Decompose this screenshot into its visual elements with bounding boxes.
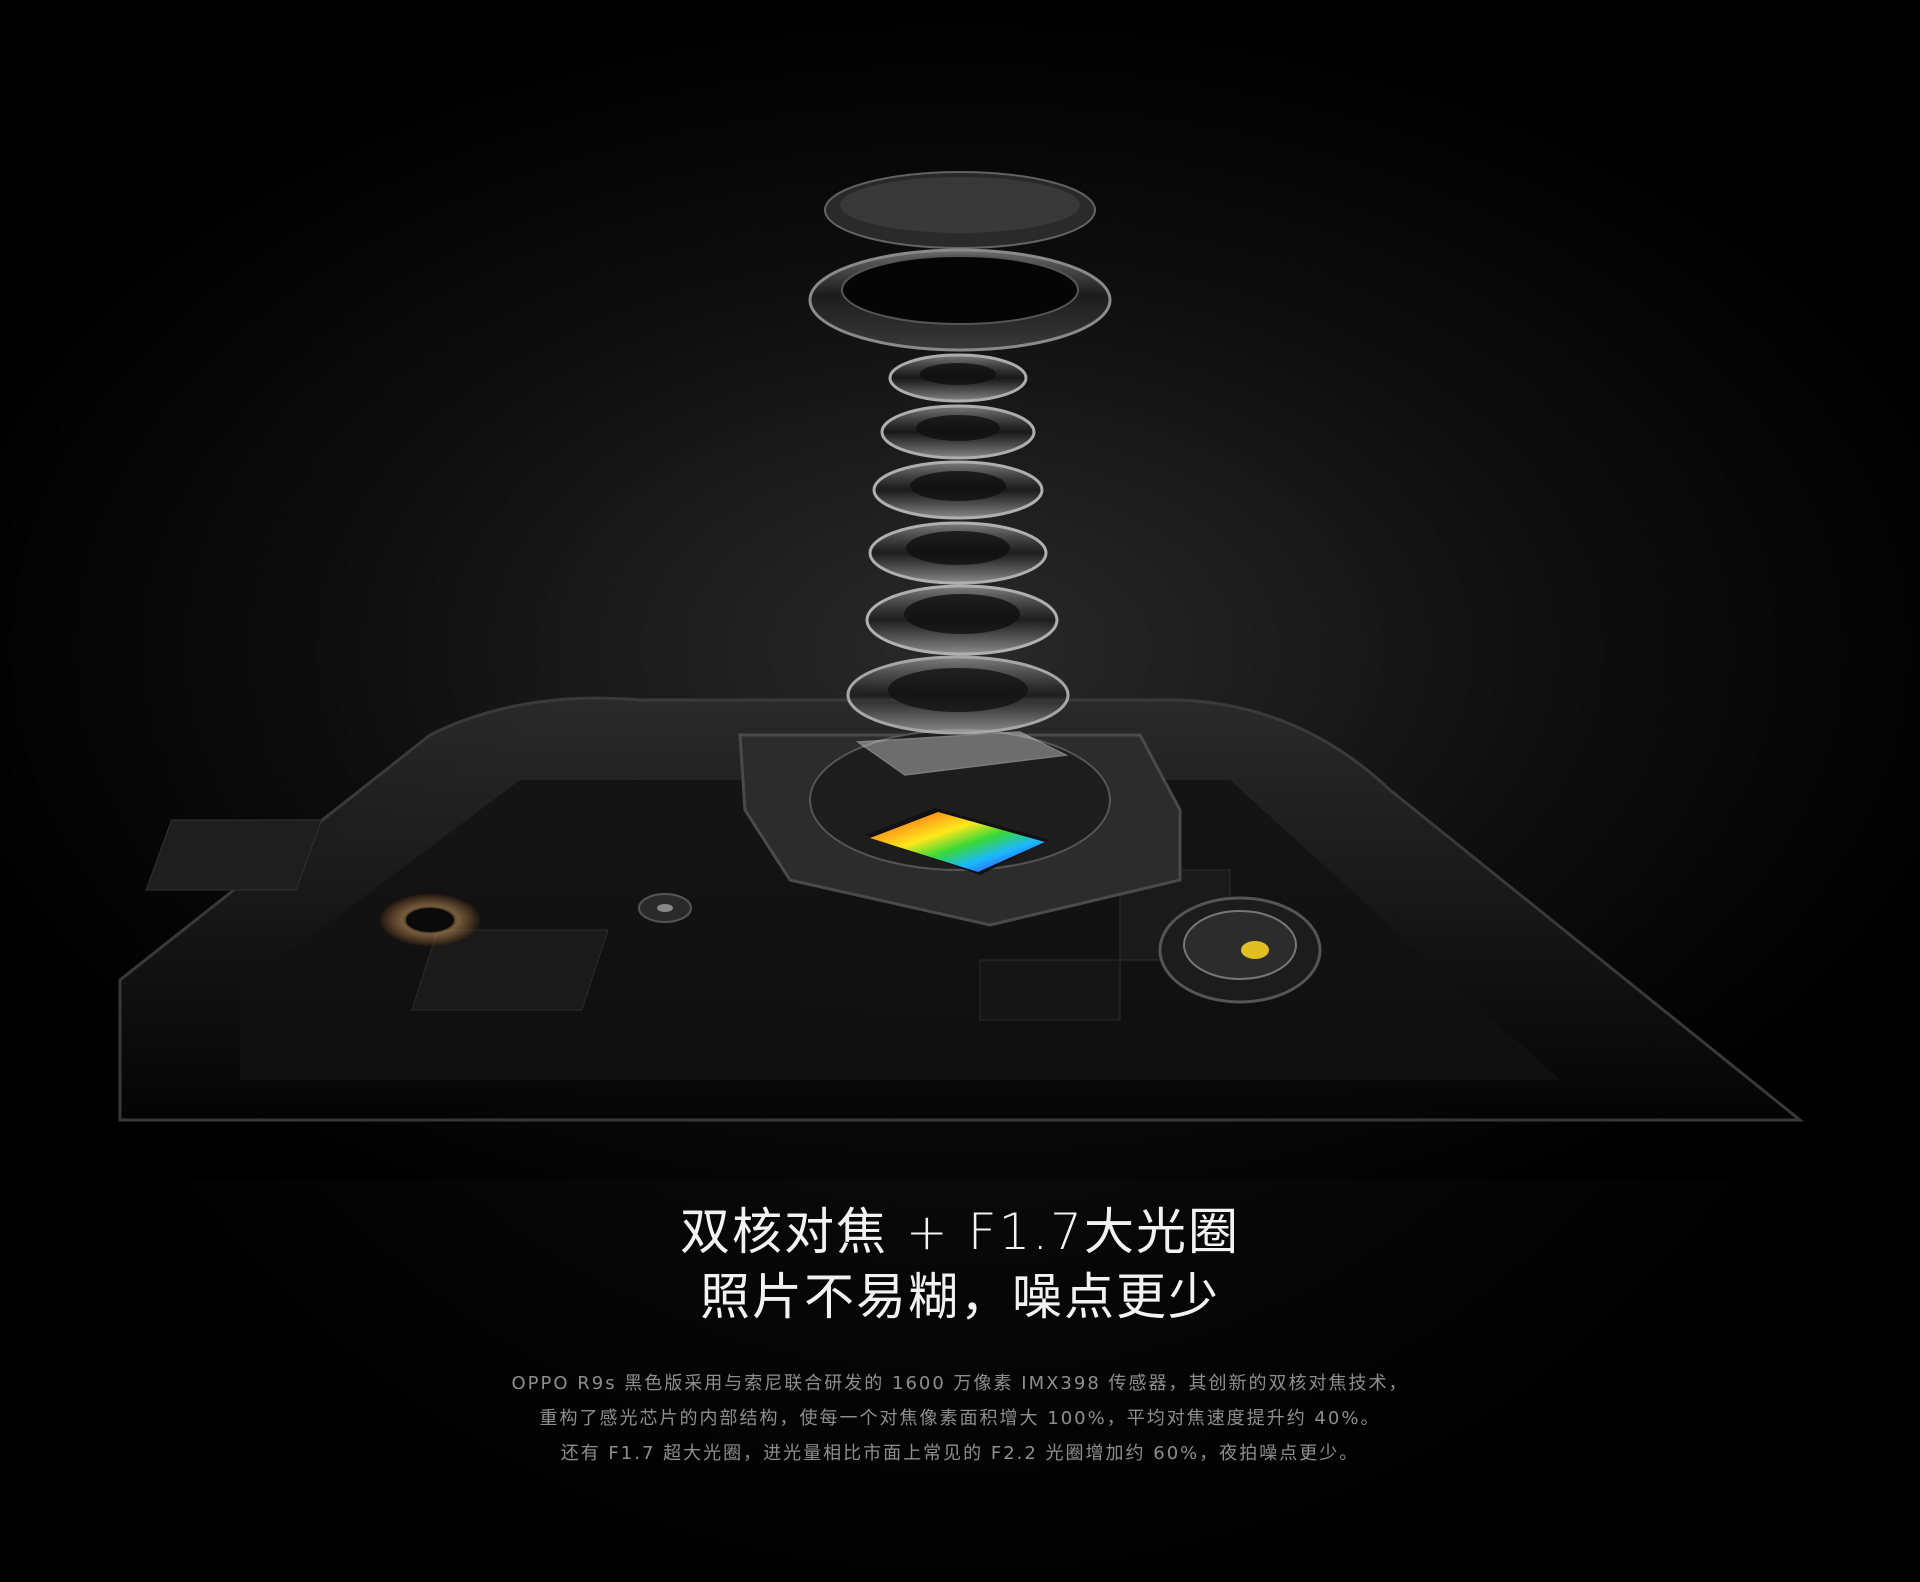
description-line-2: 重构了感光芯片的内部结构，使每一个对焦像素面积增大 100%，平均对焦速度提升约… [539,1408,1381,1429]
page: 双核对焦 + F1.7大光圈 照片不易糊，噪点更少 OPPO R9s 黑色版采用… [0,0,1920,1582]
description-line-1: OPPO R9s 黑色版采用与索尼联合研发的 1600 万像素 IMX398 传… [511,1373,1409,1394]
camera-module-exploded-illustration [0,0,1920,1180]
description-line-3: 还有 F1.7 超大光圈，进光量相比市面上常见的 F2.2 光圈增加约 60%，… [560,1443,1360,1464]
headline-line-2: 照片不易糊，噪点更少 [700,1268,1220,1326]
headline-line-1: 双核对焦 + F1.7大光圈 [680,1203,1240,1261]
